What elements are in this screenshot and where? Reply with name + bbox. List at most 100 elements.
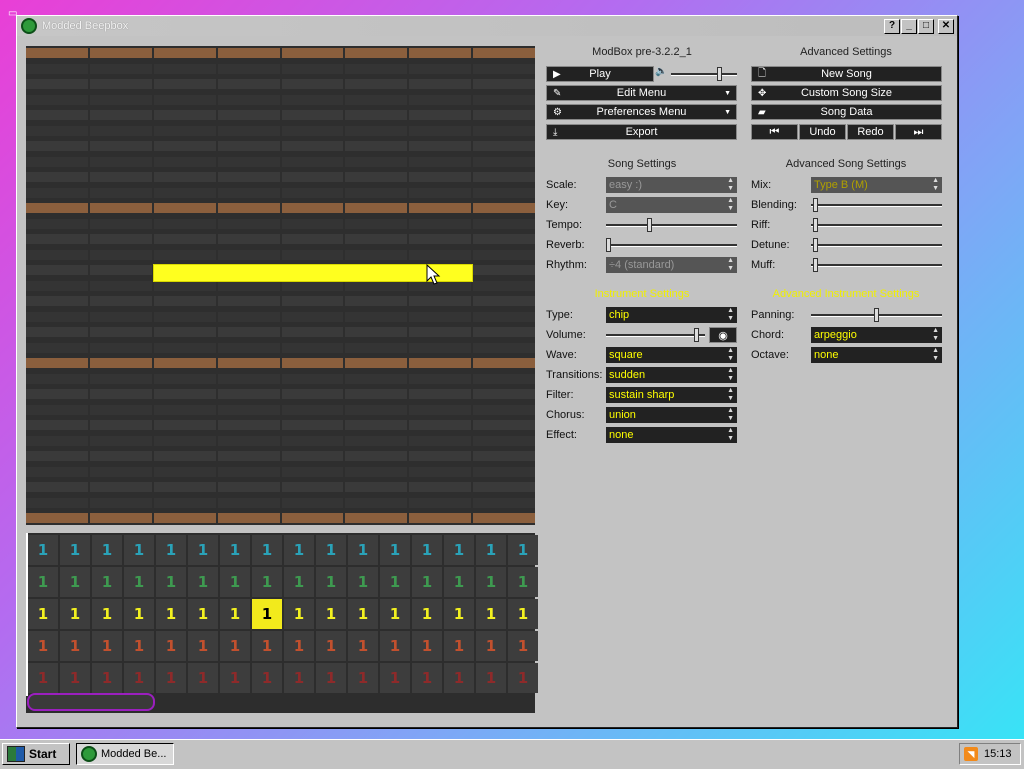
minimize-button[interactable]: _ [901, 18, 917, 34]
pattern-cell[interactable]: 1 [156, 567, 186, 597]
effect-select[interactable]: none ▲ ▼ [606, 427, 737, 443]
pattern-cell[interactable]: 1 [60, 631, 90, 661]
preferences-menu[interactable]: ⚙ Preferences Menu ▼ [546, 104, 737, 120]
redo-button[interactable]: Redo [847, 124, 894, 140]
pattern-cell[interactable]: 1 [28, 663, 58, 693]
pattern-cell[interactable]: 1 [92, 535, 122, 565]
pattern-cell[interactable]: 1 [348, 631, 378, 661]
pattern-cell[interactable]: 1 [156, 663, 186, 693]
pattern-cell[interactable]: 1 [444, 599, 474, 629]
mix-select[interactable]: Type B (M) ▲ ▼ [811, 177, 942, 193]
pattern-cell[interactable]: 1 [124, 535, 154, 565]
pattern-cell[interactable]: 1 [412, 535, 442, 565]
muff-slider[interactable] [811, 257, 942, 273]
pattern-cell[interactable]: 1 [508, 663, 538, 693]
pattern-cell[interactable]: 1 [156, 631, 186, 661]
piano-roll[interactable] [26, 46, 535, 525]
pattern-cell[interactable]: 1 [444, 663, 474, 693]
pattern-cell[interactable]: 1 [380, 631, 410, 661]
tempo-slider[interactable] [606, 217, 737, 233]
pattern-cell[interactable]: 1 [60, 535, 90, 565]
pattern-cell[interactable]: 1 [476, 631, 506, 661]
note-bar[interactable] [153, 264, 473, 282]
pattern-cell[interactable]: 1 [60, 599, 90, 629]
custom-song-size-button[interactable]: ✥ Custom Song Size [751, 85, 942, 101]
pattern-cell[interactable]: 1 [252, 599, 282, 629]
pattern-cell[interactable]: 1 [220, 631, 250, 661]
pattern-cell[interactable]: 1 [156, 599, 186, 629]
rhythm-select[interactable]: ÷4 (standard) ▲ ▼ [606, 257, 737, 273]
pattern-cell[interactable]: 1 [412, 663, 442, 693]
octave-select[interactable]: none ▲ ▼ [811, 347, 942, 363]
pattern-cell[interactable]: 1 [348, 535, 378, 565]
pattern-cell[interactable]: 1 [220, 663, 250, 693]
edit-menu[interactable]: ✎ Edit Menu ▼ [546, 85, 737, 101]
pattern-cell[interactable]: 1 [316, 567, 346, 597]
key-select[interactable]: C ▲ ▼ [606, 197, 737, 213]
pattern-cell[interactable]: 1 [444, 631, 474, 661]
pattern-cell[interactable]: 1 [124, 599, 154, 629]
pattern-cell[interactable]: 1 [316, 663, 346, 693]
rss-icon[interactable]: ◥ [964, 747, 978, 761]
pattern-cell[interactable]: 1 [476, 599, 506, 629]
master-volume-slider[interactable] [671, 66, 737, 82]
pattern-cell[interactable]: 1 [188, 663, 218, 693]
pattern-cell[interactable]: 1 [380, 535, 410, 565]
pattern-cell[interactable]: 1 [380, 567, 410, 597]
pattern-cell[interactable]: 1 [380, 599, 410, 629]
pattern-cell[interactable]: 1 [316, 631, 346, 661]
wave-select[interactable]: square ▲ ▼ [606, 347, 737, 363]
scale-select[interactable]: easy :) ▲ ▼ [606, 177, 737, 193]
pattern-cell[interactable]: 1 [284, 631, 314, 661]
mute-button[interactable]: ◉ [709, 327, 737, 343]
song-data-button[interactable]: ▰ Song Data [751, 104, 942, 120]
pattern-cell[interactable]: 1 [220, 567, 250, 597]
pattern-cell[interactable]: 1 [220, 599, 250, 629]
pattern-cell[interactable]: 1 [188, 599, 218, 629]
pattern-cell[interactable]: 1 [28, 631, 58, 661]
pattern-cell[interactable]: 1 [252, 631, 282, 661]
pattern-cell[interactable]: 1 [188, 535, 218, 565]
undo-button[interactable]: Undo [799, 124, 846, 140]
taskbar-item-modded-beepbox[interactable]: Modded Be... [76, 743, 174, 765]
pattern-cell[interactable]: 1 [28, 535, 58, 565]
pattern-cell[interactable]: 1 [348, 663, 378, 693]
pattern-cell[interactable]: 1 [284, 599, 314, 629]
chorus-select[interactable]: union ▲ ▼ [606, 407, 737, 423]
pattern-cell[interactable]: 1 [284, 663, 314, 693]
instrument-volume-slider[interactable] [606, 327, 705, 343]
pattern-cell[interactable]: 1 [92, 599, 122, 629]
pattern-cell[interactable]: 1 [444, 535, 474, 565]
pattern-cell[interactable]: 1 [124, 663, 154, 693]
pattern-cell[interactable]: 1 [412, 567, 442, 597]
pattern-cell[interactable]: 1 [28, 599, 58, 629]
pattern-cell[interactable]: 1 [92, 567, 122, 597]
pattern-cell[interactable]: 1 [508, 535, 538, 565]
pattern-cell[interactable]: 1 [60, 663, 90, 693]
blending-slider[interactable] [811, 197, 942, 213]
pattern-cell[interactable]: 1 [252, 567, 282, 597]
title-bar[interactable]: Modded Beepbox ? _ □ ✕ [17, 16, 957, 36]
maximize-button[interactable]: □ [918, 18, 934, 34]
pattern-cell[interactable]: 1 [188, 631, 218, 661]
pattern-cell[interactable]: 1 [92, 631, 122, 661]
pattern-cell[interactable]: 1 [124, 567, 154, 597]
riff-slider[interactable] [811, 217, 942, 233]
export-button[interactable]: ⤓ Export [546, 124, 737, 140]
filter-select[interactable]: sustain sharp ▲ ▼ [606, 387, 737, 403]
type-select[interactable]: chip ▲ ▼ [606, 307, 737, 323]
pattern-cell[interactable]: 1 [348, 599, 378, 629]
pattern-cell[interactable]: 1 [156, 535, 186, 565]
pattern-cell[interactable]: 1 [316, 535, 346, 565]
pattern-cell[interactable]: 1 [476, 663, 506, 693]
panning-slider[interactable] [811, 307, 942, 323]
pattern-scrollbar[interactable] [27, 693, 155, 711]
pattern-cell[interactable]: 1 [284, 567, 314, 597]
pattern-cell[interactable]: 1 [316, 599, 346, 629]
pattern-cell[interactable]: 1 [284, 535, 314, 565]
pattern-cell[interactable]: 1 [476, 567, 506, 597]
new-song-button[interactable]: 🗋 New Song [751, 66, 942, 82]
pattern-cell[interactable]: 1 [476, 535, 506, 565]
pattern-cell[interactable]: 1 [508, 567, 538, 597]
play-button[interactable]: ▶ Play [546, 66, 654, 82]
